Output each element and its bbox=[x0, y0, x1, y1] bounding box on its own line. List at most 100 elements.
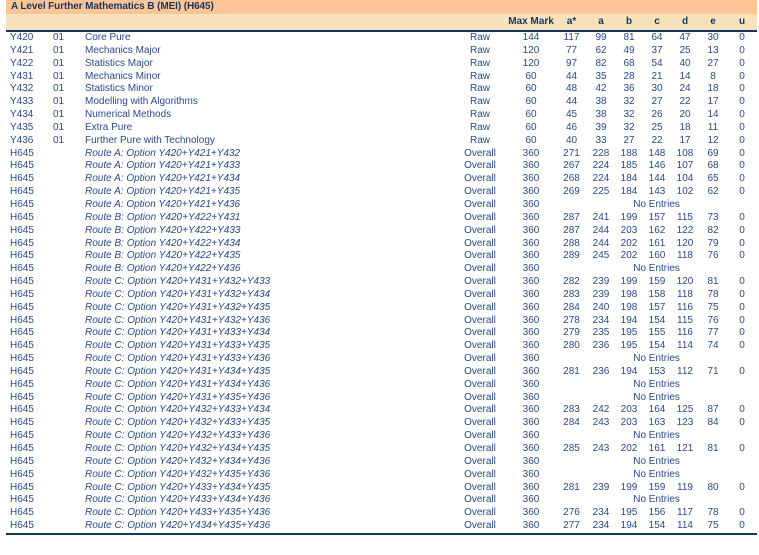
cell-grade-c: 157 bbox=[648, 301, 666, 313]
cell-max-mark: 360 bbox=[522, 186, 540, 198]
cell-grade-u: 0 bbox=[739, 276, 745, 288]
cell-grade-a*: 282 bbox=[563, 276, 580, 288]
cell-grade-u: 0 bbox=[739, 44, 745, 56]
table-row: H645 Route C: Option Y420+Y434+Y435+Y436 O… bbox=[6, 520, 758, 535]
cell-max-mark: 360 bbox=[522, 250, 540, 262]
cell-grade-d: 121 bbox=[676, 443, 694, 454]
cell-grade-d: 17 bbox=[679, 134, 691, 146]
cell-code: Y432 bbox=[10, 83, 34, 95]
cell-title: Route A: Option Y420+Y421+Y436 bbox=[85, 198, 241, 210]
table-row: H645 Route C: Option Y420+Y431+Y434+Y435 O… bbox=[6, 366, 757, 379]
cell-grade-a*: 283 bbox=[563, 288, 580, 300]
header-grade-astar: a* bbox=[556, 14, 587, 32]
cell-grade-a*: 277 bbox=[556, 520, 587, 535]
cell-grade-u: 0 bbox=[739, 404, 745, 416]
cell-grade-d: 119 bbox=[677, 481, 693, 493]
cell-grade-d: 116 bbox=[677, 301, 693, 313]
cell-grade-a*: 284 bbox=[563, 417, 580, 429]
cell-grade-d: 123 bbox=[676, 417, 694, 429]
cell-title: Statistics Minor bbox=[85, 83, 153, 95]
cell-grade-b: 32 bbox=[623, 109, 635, 121]
cell-grade-a*: 44 bbox=[565, 70, 578, 82]
cell-title: Route C: Option Y420+Y431+Y432+Y436 bbox=[85, 314, 271, 326]
cell-mark-type: Overall bbox=[464, 430, 496, 442]
cell-grade-b: 199 bbox=[620, 481, 638, 493]
cell-grade-c: 26 bbox=[651, 109, 663, 121]
cell-grade-a*: 287 bbox=[563, 211, 580, 223]
cell-no-entries: No Entries bbox=[633, 430, 680, 442]
cell-grade-a*: 48 bbox=[565, 83, 578, 95]
cell-title: Route C: Option Y420+Y432+Y434+Y435 bbox=[85, 443, 271, 454]
cell-max-mark: 360 bbox=[522, 340, 540, 352]
cell-grade-b: 195 bbox=[620, 327, 638, 339]
cell-grade-a*: 283 bbox=[563, 404, 580, 416]
cell-grade-u: 0 bbox=[739, 507, 745, 519]
cell-grade-u: 0 bbox=[739, 134, 745, 146]
table-row: Y436 01 Further Pure with Technology Raw 60 4… bbox=[6, 135, 757, 148]
cell-title: Mechanics Major bbox=[85, 44, 161, 56]
cell-max-mark: 144 bbox=[522, 32, 540, 43]
table-row: H645 Route C: Option Y420+Y432+Y435+Y436 O… bbox=[6, 469, 757, 482]
cell-max-mark: 360 bbox=[522, 378, 540, 390]
cell-grade-a: 236 bbox=[592, 340, 610, 352]
cell-grade-e: 17 bbox=[707, 96, 719, 108]
cell-grade-d: 24 bbox=[679, 83, 691, 95]
cell-code: H645 bbox=[10, 481, 34, 493]
cell-grade-c: 21 bbox=[651, 70, 663, 82]
cell-title: Route B: Option Y420+Y422+Y434 bbox=[85, 237, 241, 249]
cell-grade-e: 14 bbox=[707, 109, 719, 121]
cell-max-mark: 360 bbox=[522, 430, 540, 442]
cell-code: H645 bbox=[6, 520, 53, 535]
cell-grade-d: 108 bbox=[676, 147, 694, 159]
cell-grade-b: 68 bbox=[623, 57, 635, 69]
cell-grade-u: 0 bbox=[739, 57, 745, 69]
cell-title: Route C: Option Y420+Y433+Y434+Y435 bbox=[85, 481, 271, 493]
cell-grade-b: 185 bbox=[620, 160, 638, 172]
cell-grade-e: 76 bbox=[707, 250, 719, 262]
table-row: H645 Route B: Option Y420+Y422+Y434 Overal… bbox=[6, 238, 757, 251]
cell-grade-d: 104 bbox=[676, 173, 694, 185]
cell-component bbox=[53, 456, 79, 469]
table-row: H645 Route C: Option Y420+Y431+Y433+Y436 O… bbox=[6, 353, 757, 366]
cell-grade-u: 0 bbox=[739, 109, 745, 121]
cell-grade-e: 65 bbox=[707, 173, 719, 185]
cell-code: H645 bbox=[10, 417, 34, 429]
cell-grade-c: 155 bbox=[648, 327, 666, 339]
cell-grade-a*: 281 bbox=[563, 481, 580, 493]
cell-grade-e: 76 bbox=[707, 314, 719, 326]
cell-grade-u: 0 bbox=[739, 365, 745, 377]
cell-component bbox=[53, 250, 79, 263]
cell-title: Modelling with Algorithms bbox=[85, 96, 198, 108]
cell-grade-a: 241 bbox=[592, 211, 610, 223]
cell-code: H645 bbox=[10, 327, 34, 339]
cell-component bbox=[53, 148, 79, 161]
cell-grade-b: 203 bbox=[620, 417, 638, 429]
cell-component: 01 bbox=[53, 109, 65, 121]
cell-grade-e: 30 bbox=[707, 32, 719, 43]
cell-grade-a: 240 bbox=[592, 301, 610, 313]
cell-title: Route A: Option Y420+Y421+Y434 bbox=[85, 173, 241, 185]
cell-grade-c: 37 bbox=[651, 44, 663, 56]
cell-grade-d: 118 bbox=[677, 250, 693, 262]
cell-code: H645 bbox=[10, 340, 34, 352]
cell-grade-e: 73 bbox=[707, 211, 719, 223]
cell-max-mark: 120 bbox=[522, 44, 540, 56]
cell-grade-a*: 97 bbox=[565, 57, 578, 69]
cell-mark-type: Raw bbox=[469, 32, 490, 43]
cell-grade-d: 115 bbox=[677, 211, 693, 223]
cell-code: H645 bbox=[10, 224, 34, 236]
cell-grade-e: 12 bbox=[707, 134, 719, 146]
cell-max-mark: 360 bbox=[522, 507, 540, 519]
cell-code: Y420 bbox=[10, 32, 34, 43]
header-grade-a: a bbox=[587, 14, 615, 32]
cell-component: 01 bbox=[53, 83, 65, 95]
table-row: H645 Route A: Option Y420+Y421+Y433 Overal… bbox=[6, 160, 757, 173]
table-row: H645 Route C: Option Y420+Y431+Y432+Y435 O… bbox=[6, 302, 757, 315]
cell-max-mark: 360 bbox=[522, 198, 540, 210]
cell-grade-a*: 284 bbox=[563, 301, 580, 313]
cell-grade-c: 159 bbox=[648, 276, 666, 288]
table-body: Y420 01 Core Pure Raw 144 117 99 81 64 47 30 0 Y421 0… bbox=[6, 31, 758, 535]
cell-component bbox=[53, 302, 79, 315]
cell-code: Y431 bbox=[10, 70, 34, 82]
cell-mark-type: Overall bbox=[464, 391, 496, 403]
